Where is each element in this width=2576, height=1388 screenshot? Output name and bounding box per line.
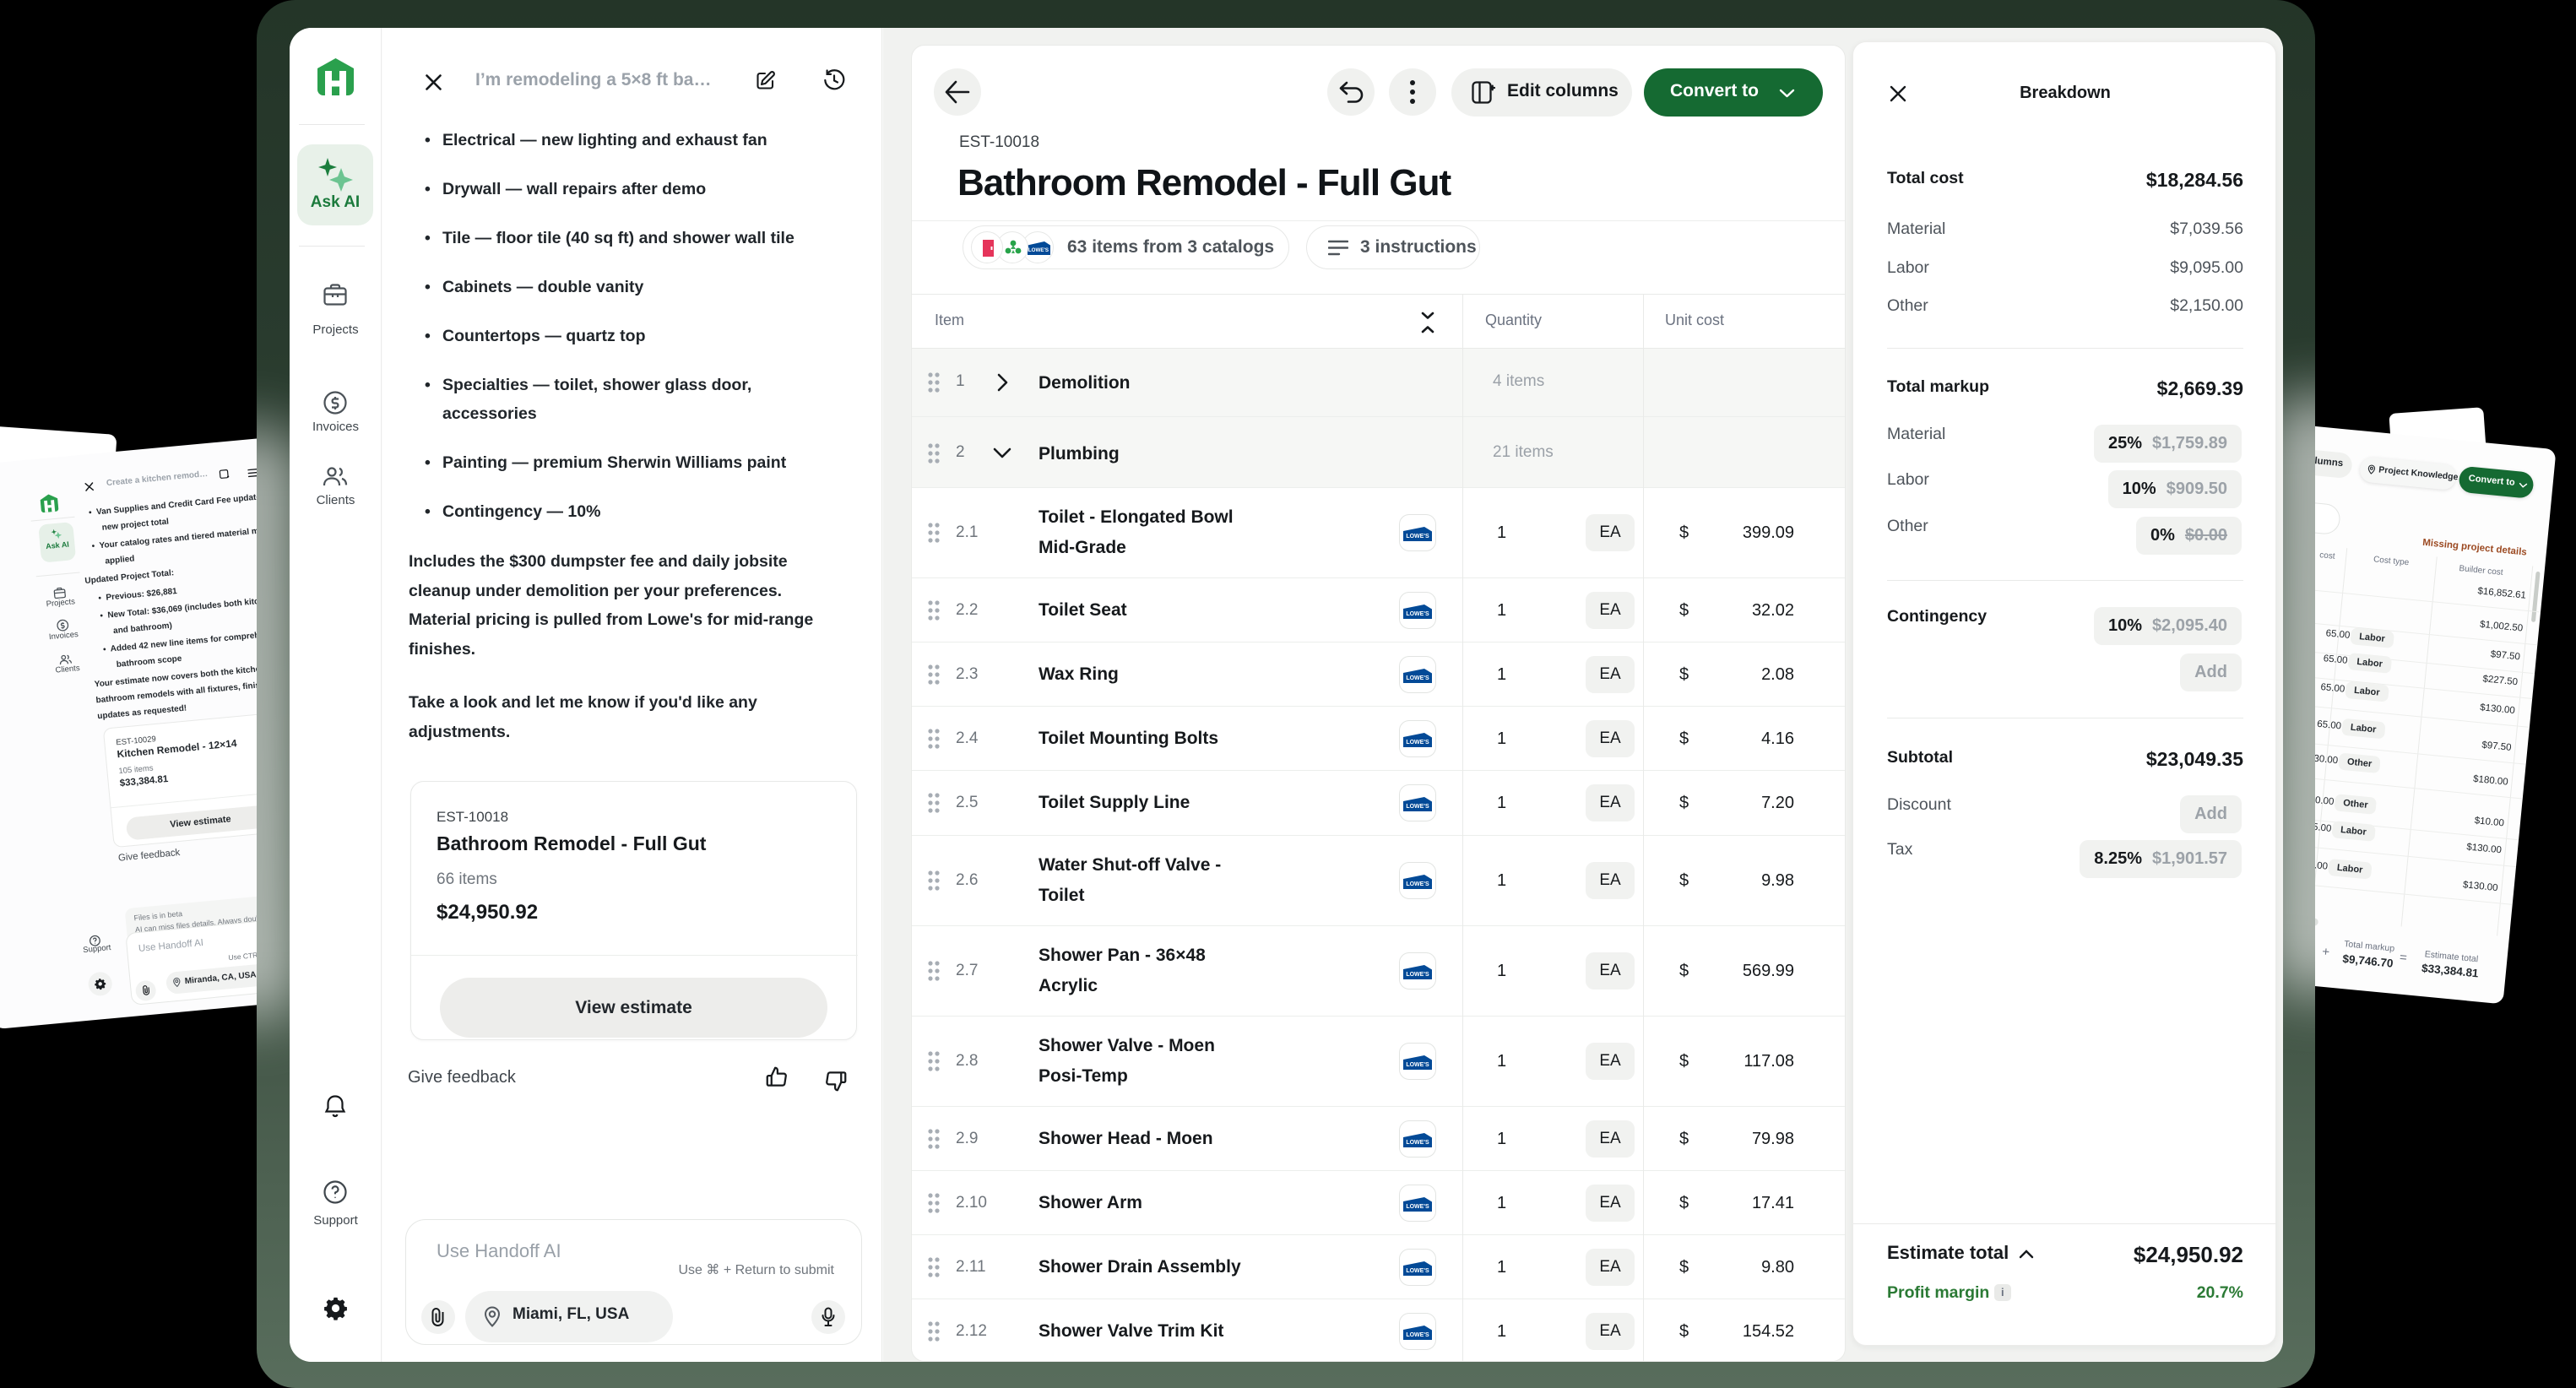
svg-text:LOWE'S: LOWE'S: [1406, 675, 1429, 681]
svg-text:LOWE'S: LOWE'S: [1028, 247, 1049, 253]
svg-text:LOWE'S: LOWE'S: [1406, 1332, 1429, 1338]
svg-text:LOWE'S: LOWE'S: [1406, 534, 1429, 539]
svg-text:LOWE'S: LOWE'S: [1406, 1140, 1429, 1146]
svg-text:LOWE'S: LOWE'S: [1406, 1268, 1429, 1274]
svg-text:LOWE'S: LOWE'S: [1406, 1204, 1429, 1210]
svg-text:LOWE'S: LOWE'S: [1406, 972, 1429, 978]
svg-text:LOWE'S: LOWE'S: [1406, 881, 1429, 887]
svg-text:LOWE'S: LOWE'S: [1406, 804, 1429, 810]
svg-text:LOWE'S: LOWE'S: [1406, 1062, 1429, 1068]
svg-text:LOWE'S: LOWE'S: [1406, 740, 1429, 746]
svg-text:LOWE'S: LOWE'S: [1406, 611, 1429, 617]
